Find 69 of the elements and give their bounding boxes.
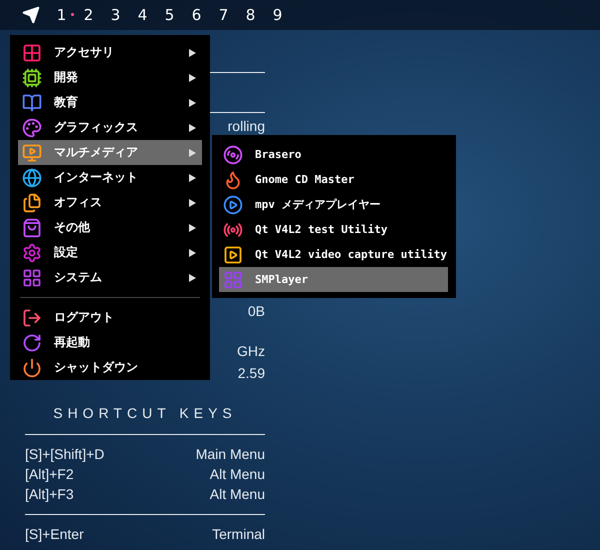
submenu-arrow-icon: [189, 174, 196, 182]
settings-icon: [22, 242, 42, 262]
info-text: GHz: [237, 342, 265, 360]
menu-item[interactable]: Gnome CD Master: [219, 167, 448, 192]
play-circle-icon: [223, 194, 243, 214]
workspace-button[interactable]: 9: [268, 6, 287, 24]
shortcut-action: Main Menu: [196, 445, 265, 464]
menu-item[interactable]: 再起動: [18, 330, 202, 355]
menu-item[interactable]: インターネット: [18, 165, 202, 190]
menu-item[interactable]: アクセサリ: [18, 40, 202, 65]
submenu-arrow-icon: [189, 224, 196, 232]
menu-item[interactable]: mpv メディアプレイヤー: [219, 192, 448, 217]
workspace-button[interactable]: 3: [106, 6, 125, 24]
workspace-button[interactable]: 4: [133, 6, 152, 24]
menu-item[interactable]: その他: [18, 215, 202, 240]
workspace-button[interactable]: 1: [52, 6, 71, 24]
logout-icon: [22, 308, 42, 328]
grid-icon: [22, 268, 42, 288]
menu-item[interactable]: システム: [18, 265, 202, 290]
palette-icon: [22, 118, 42, 138]
menu-item[interactable]: Qt V4L2 video capture utility: [219, 242, 448, 267]
play-square-icon: [223, 244, 243, 264]
workspace-button[interactable]: 7: [214, 6, 233, 24]
submenu-arrow-icon: [189, 198, 196, 206]
shortcut-keys: [S]+Enter: [25, 524, 84, 544]
book-icon: [22, 92, 42, 112]
submenu-arrow-icon: [189, 48, 196, 56]
menu-item[interactable]: 教育: [18, 90, 202, 115]
menu-item[interactable]: グラフィックス: [18, 115, 202, 140]
submenu-arrow-icon: [189, 74, 196, 82]
restart-icon: [22, 332, 42, 352]
shortcut-keys: [Alt]+F3: [25, 484, 74, 504]
menu-item[interactable]: オフィス: [18, 190, 202, 215]
shortcut-keys: [S]+[Shift]+D: [25, 444, 104, 464]
workspace-button[interactable]: 5: [160, 6, 179, 24]
shortcut-action: Terminal: [212, 525, 265, 544]
shortcut-keys: [Alt]+F2: [25, 464, 74, 484]
menu-item[interactable]: シャットダウン: [18, 355, 202, 380]
paper-plane-icon[interactable]: [22, 6, 40, 24]
submenu-arrow-icon: [189, 248, 196, 256]
menu-item[interactable]: ログアウト: [18, 305, 202, 330]
menu-item[interactable]: SMPlayer: [219, 267, 448, 292]
shortcut-action: Alt Menu: [210, 465, 265, 484]
info-text: 2.59: [238, 364, 265, 382]
submenu-arrow-icon: [189, 98, 196, 106]
files-icon: [22, 192, 42, 212]
submenu-arrow-icon: [189, 124, 196, 132]
info-text: 0B: [248, 302, 265, 320]
submenu-arrow-icon: [189, 148, 196, 156]
workspace-button[interactable]: 6: [187, 6, 206, 24]
workspace-button[interactable]: 2: [79, 6, 98, 24]
globe-icon: [22, 168, 42, 188]
grid-icon: [22, 42, 42, 62]
section-title: SHORTCUT KEYS: [52, 404, 238, 422]
menu-item[interactable]: マルチメディア: [18, 140, 202, 165]
grid-icon: [223, 270, 243, 290]
menu-item[interactable]: 開発: [18, 65, 202, 90]
workspace-button[interactable]: 8: [241, 6, 260, 24]
shortcut-action: Alt Menu: [210, 485, 265, 504]
bag-icon: [22, 218, 42, 238]
disc-icon: [223, 144, 243, 164]
menu-item[interactable]: 設定: [18, 240, 202, 265]
power-icon: [22, 358, 42, 378]
monitor-play-icon: [22, 142, 42, 162]
submenu-arrow-icon: [189, 274, 196, 282]
menu-item[interactable]: Brasero: [219, 142, 448, 167]
chip-icon: [22, 68, 42, 88]
menu-item[interactable]: Qt V4L2 test Utility: [219, 217, 448, 242]
info-text: rolling: [228, 117, 265, 135]
